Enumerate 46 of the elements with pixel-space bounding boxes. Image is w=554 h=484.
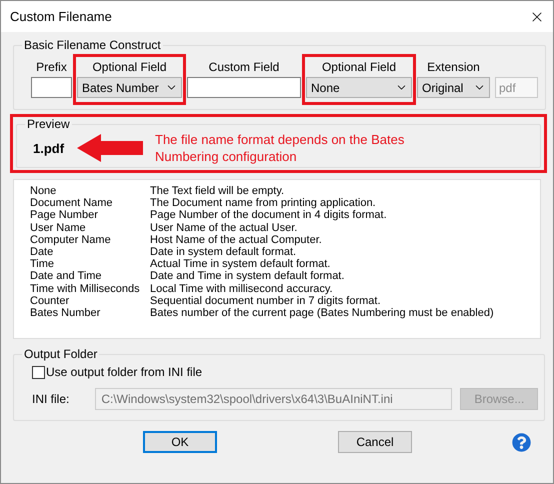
option-description: Local Time with millisecond accuracy.: [150, 282, 334, 295]
arrow-icon: [77, 134, 145, 162]
text-field[interactable]: [31, 77, 72, 98]
option-description: Date and Time in system default format.: [150, 270, 346, 283]
option-description: Page Number of the document in 4 digits format.: [150, 209, 388, 222]
option-description: The Text field will be empty.: [150, 185, 286, 198]
option-name: Page Number: [30, 209, 99, 222]
checkbox[interactable]: [32, 366, 45, 378]
option-name: Document Name: [30, 197, 114, 210]
option-description: Date in system default format.: [150, 246, 298, 258]
checkbox-label[interactable]: Use output folder from INI file: [46, 365, 202, 379]
text-field[interactable]: [187, 77, 301, 98]
field-label: Extension: [427, 60, 480, 74]
extension-field: pdf: [495, 77, 538, 98]
option-name: User Name: [30, 222, 87, 234]
dialog-button[interactable]: Cancel: [338, 431, 412, 453]
option-name: Date: [30, 246, 54, 258]
help-icon[interactable]: [512, 432, 531, 452]
option-name: Time with Milliseconds: [30, 282, 141, 295]
dropdown[interactable]: Original: [417, 77, 490, 98]
option-description: The Document name from printing application.: [150, 197, 377, 210]
option-name: Computer Name: [30, 234, 112, 246]
option-name: None: [30, 185, 58, 198]
annotation-text: The file name format depends on the Bates Numbering configuration: [155, 131, 406, 165]
dropdown[interactable]: None: [306, 77, 412, 98]
field-label: Optional Field: [322, 60, 396, 74]
window-title: Custom Filename: [10, 9, 112, 24]
option-name: Bates Number: [30, 307, 102, 320]
option-description: Host Name of the actual Computer.: [150, 234, 323, 246]
group-title: Basic Filename Construct: [23, 38, 162, 52]
option-name: Counter: [30, 294, 70, 308]
option-description: User Name of the actual User.: [150, 222, 298, 234]
preview-filename: 1.pdf: [33, 140, 66, 156]
option-description: Bates number of the current page (Bates Numbering must be enabled): [150, 307, 495, 320]
option-name: Date and Time: [30, 270, 103, 283]
ini-file-label: INI file:: [32, 392, 70, 406]
group-title: Preview: [26, 117, 71, 131]
group-title: Output Folder: [23, 347, 98, 361]
dialog-button[interactable]: OK: [143, 431, 217, 453]
field-label: Optional Field: [92, 60, 167, 74]
option-name: Time: [30, 258, 56, 270]
dropdown[interactable]: Bates Number: [77, 77, 182, 98]
field-label: Prefix: [36, 60, 67, 74]
field-label: Custom Field: [208, 60, 280, 74]
option-description: Actual Time in system default format.: [150, 258, 332, 270]
option-description: Sequential document number in 7 digits format.: [150, 294, 382, 308]
